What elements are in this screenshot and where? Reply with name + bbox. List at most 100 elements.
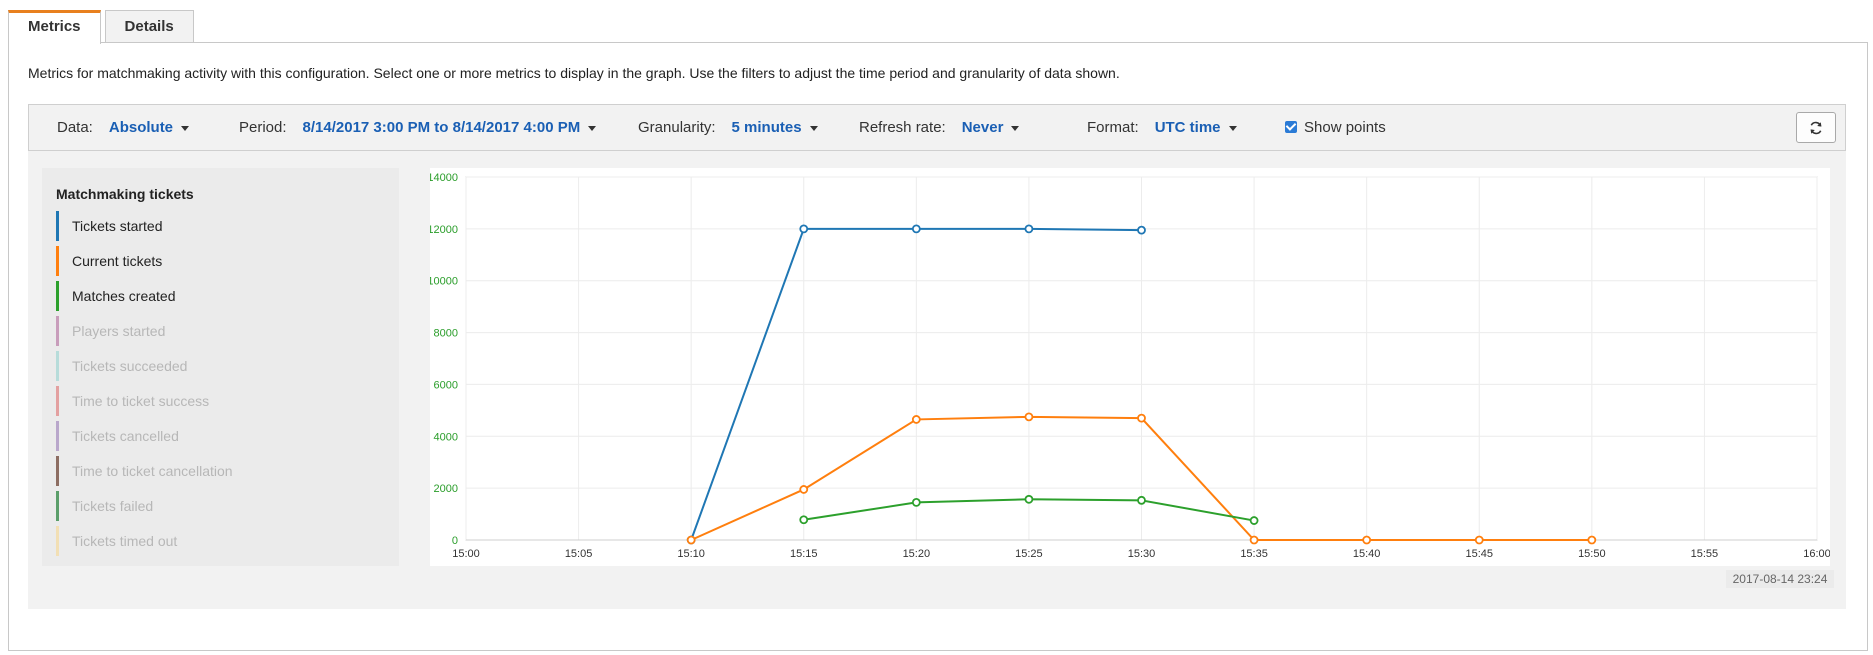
- legend-item[interactable]: Tickets failed: [56, 491, 386, 521]
- y-tick-label: 8000: [434, 328, 458, 340]
- x-tick-label: 15:20: [903, 548, 931, 560]
- y-tick-label: 10000: [430, 276, 458, 288]
- data-dropdown-value: Absolute: [108, 119, 174, 136]
- refresh-rate-filter: Refresh rate: Never: [859, 119, 1020, 136]
- data-point-current-tickets: [1137, 413, 1146, 423]
- y-tick-label: 6000: [434, 379, 458, 391]
- legend-color-swatch: [56, 526, 59, 556]
- data-point-matches-created: [911, 498, 921, 507]
- data-point-current-tickets: [911, 415, 921, 424]
- graph-timestamp: 2017-08-14 23:24: [1726, 570, 1834, 588]
- legend-color-swatch: [56, 456, 59, 486]
- data-point-current-tickets: [1587, 535, 1597, 545]
- show-points-toggle[interactable]: Show points: [1285, 119, 1386, 136]
- legend-color-swatch: [56, 491, 59, 521]
- data-filter-label: Data:: [57, 119, 93, 136]
- data-point-current-tickets: [686, 535, 696, 545]
- data-point-current-tickets: [1474, 535, 1484, 545]
- legend-item[interactable]: Matches created: [56, 281, 386, 311]
- legend-item[interactable]: Time to ticket success: [56, 386, 386, 416]
- y-tick-label: 2000: [434, 483, 458, 495]
- tab-details[interactable]: Details: [104, 10, 194, 42]
- caret-down-icon: [1228, 125, 1237, 131]
- legend-color-swatch: [56, 281, 59, 311]
- granularity-dropdown-value: 5 minutes: [731, 119, 802, 136]
- x-tick-label: 16:00: [1803, 548, 1830, 560]
- x-tick-label: 15:30: [1128, 548, 1156, 560]
- x-tick-label: 15:25: [1015, 548, 1043, 560]
- period-dropdown[interactable]: 8/14/2017 3:00 PM to 8/14/2017 4:00 PM: [303, 119, 597, 136]
- format-dropdown-value: UTC time: [1154, 119, 1221, 136]
- data-dropdown[interactable]: Absolute: [108, 119, 190, 136]
- legend-item-label: Matches created: [72, 288, 176, 304]
- refresh-icon: [1810, 121, 1822, 135]
- x-tick-label: 15:35: [1240, 548, 1268, 560]
- line-chart: 15:00 15:05 15:10 15:15 15:20 15:25 15:30 15:35…: [427, 172, 1830, 560]
- format-filter-label: Format:: [1087, 119, 1139, 136]
- legend-item-label: Tickets failed: [72, 498, 154, 514]
- x-tick-label: 15:05: [565, 548, 593, 560]
- data-point-tickets-started: [1024, 224, 1034, 234]
- data-filter: Data: Absolute: [57, 119, 190, 136]
- legend-color-swatch: [56, 421, 59, 451]
- legend-item[interactable]: Tickets cancelled: [56, 421, 386, 451]
- data-point-tickets-started: [911, 224, 921, 234]
- legend-item-label: Players started: [72, 323, 166, 339]
- legend-item-label: Tickets cancelled: [72, 428, 179, 444]
- legend-item[interactable]: Tickets timed out: [56, 526, 386, 556]
- caret-down-icon: [588, 125, 597, 131]
- legend-item[interactable]: Players started: [56, 316, 386, 346]
- data-point-current-tickets: [1362, 535, 1372, 545]
- metrics-legend: Matchmaking tickets Tickets started Curre…: [42, 168, 399, 566]
- metrics-chart: 15:00 15:05 15:10 15:15 15:20 15:25 15:30 15:35…: [427, 168, 1831, 566]
- refresh-rate-filter-label: Refresh rate:: [859, 119, 946, 136]
- x-tick-label: 15:40: [1353, 548, 1381, 560]
- data-point-matches-created: [1024, 494, 1034, 504]
- tab-metrics[interactable]: Metrics: [8, 10, 101, 44]
- legend-item[interactable]: Current tickets: [56, 246, 386, 276]
- legend-item[interactable]: Time to ticket cancellation: [56, 456, 386, 486]
- legend-item-label: Tickets succeeded: [72, 358, 188, 374]
- data-point-current-tickets: [1249, 535, 1259, 545]
- refresh-rate-dropdown-value: Never: [961, 119, 1004, 136]
- data-point-current-tickets: [799, 485, 809, 494]
- y-tick-label: 14000: [430, 172, 458, 184]
- data-point-tickets-started: [799, 224, 809, 234]
- caret-down-icon: [809, 125, 818, 131]
- caret-down-icon: [1011, 125, 1020, 131]
- granularity-filter: Granularity: 5 minutes: [638, 119, 818, 136]
- legend-color-swatch: [56, 246, 59, 276]
- granularity-filter-label: Granularity:: [638, 119, 716, 136]
- y-tick-label: 12000: [430, 224, 458, 236]
- intro-text: Metrics for matchmaking activity with th…: [28, 65, 1120, 81]
- period-filter-label: Period:: [239, 119, 287, 136]
- y-tick-label: 0: [452, 535, 458, 547]
- format-dropdown[interactable]: UTC time: [1155, 119, 1237, 136]
- legend-item[interactable]: Tickets started: [56, 211, 386, 241]
- legend-color-swatch: [56, 386, 59, 416]
- data-point-current-tickets: [1024, 412, 1034, 422]
- data-point-matches-created: [1249, 516, 1259, 525]
- legend-color-swatch: [56, 316, 59, 346]
- y-tick-label: 4000: [434, 431, 458, 443]
- data-point-tickets-started: [1137, 225, 1146, 235]
- show-points-checkbox[interactable]: [1285, 121, 1297, 133]
- legend-item[interactable]: Tickets succeeded: [56, 351, 386, 381]
- refresh-button[interactable]: [1796, 112, 1836, 143]
- format-filter: Format: UTC time: [1087, 119, 1237, 136]
- legend-item-label: Tickets started: [72, 218, 163, 234]
- legend-color-swatch: [56, 211, 59, 241]
- x-tick-label: 15:15: [790, 548, 818, 560]
- data-point-matches-created: [799, 515, 809, 525]
- period-filter: Period: 8/14/2017 3:00 PM to 8/14/2017 4:…: [239, 119, 597, 136]
- refresh-rate-dropdown[interactable]: Never: [962, 119, 1020, 136]
- x-tick-label: 15:10: [677, 548, 705, 560]
- data-point-matches-created: [1137, 495, 1146, 505]
- granularity-dropdown[interactable]: 5 minutes: [732, 119, 818, 136]
- period-dropdown-value: 8/14/2017 3:00 PM to 8/14/2017 4:00 PM: [302, 119, 581, 136]
- legend-title: Matchmaking tickets: [56, 186, 194, 202]
- x-tick-label: 15:00: [452, 548, 480, 560]
- legend-item-label: Time to ticket cancellation: [72, 463, 233, 479]
- filter-bar: Data: Absolute Period: 8/14/2017 3:00 PM t…: [28, 104, 1846, 151]
- legend-item-label: Current tickets: [72, 253, 163, 269]
